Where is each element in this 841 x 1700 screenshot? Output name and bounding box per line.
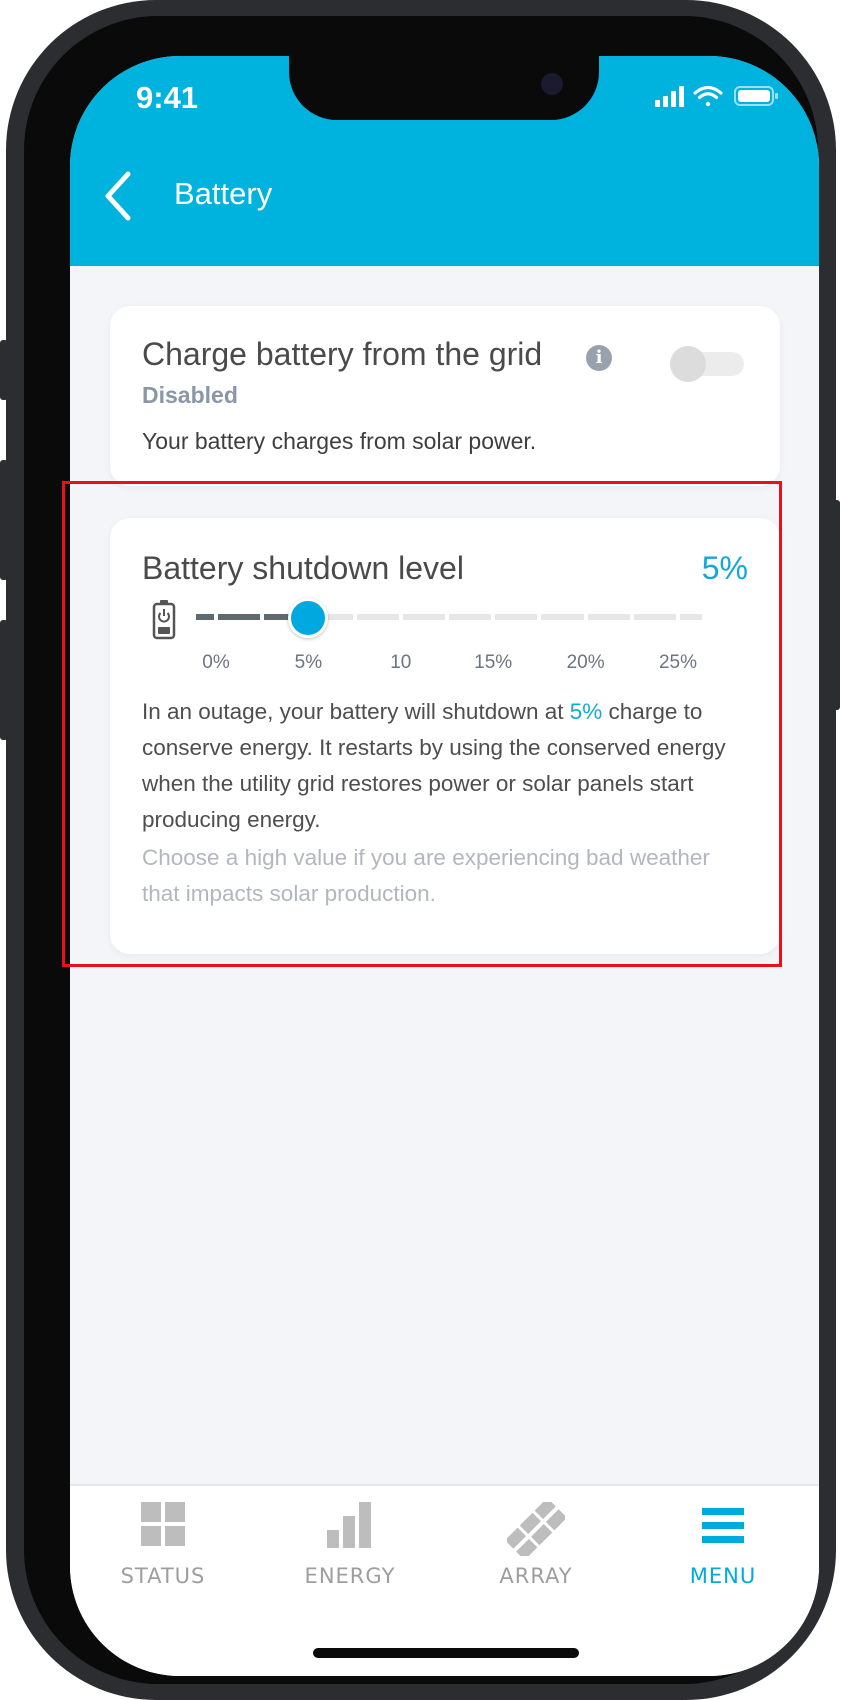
tab-array[interactable]: ARRAY (461, 1496, 611, 1596)
grid-charge-status: Disabled (142, 382, 238, 408)
app-header: 9:41 Battery (70, 56, 819, 266)
status-icons (655, 85, 778, 107)
wifi-icon (693, 85, 723, 107)
tab-status[interactable]: STATUS (88, 1496, 238, 1596)
grid-charge-description: Your battery charges from solar power. (142, 428, 537, 454)
tab-menu-label: MENU (689, 1564, 757, 1588)
page-title: Battery (174, 176, 273, 211)
tab-array-label: ARRAY (499, 1564, 573, 1588)
volume-up-button (0, 460, 8, 580)
power-button (832, 500, 840, 710)
info-icon[interactable]: i (586, 345, 612, 371)
tab-menu[interactable]: MENU (648, 1496, 798, 1596)
solar-array-icon (507, 1502, 565, 1556)
back-arrow-icon[interactable] (98, 166, 142, 226)
grid-icon (141, 1502, 185, 1546)
status-time: 9:41 (136, 80, 199, 115)
tab-status-label: STATUS (120, 1564, 206, 1588)
tab-energy-label: ENERGY (304, 1564, 396, 1588)
volume-down-button (0, 620, 8, 740)
front-camera (541, 73, 563, 95)
grid-charge-card: Charge battery from the grid i Disabled … (110, 306, 780, 486)
hamburger-menu-icon (702, 1508, 744, 1543)
grid-charge-title: Charge battery from the grid (142, 336, 543, 372)
toggle-knob (670, 346, 706, 382)
bar-chart-icon (327, 1502, 371, 1548)
cellular-signal-icon (655, 86, 684, 107)
highlight-box (62, 481, 782, 967)
notch (289, 56, 599, 120)
home-indicator (313, 1648, 579, 1658)
mute-switch (0, 340, 8, 400)
battery-status-icon (734, 86, 778, 106)
tab-energy[interactable]: ENERGY (275, 1496, 425, 1596)
grid-charge-toggle[interactable] (670, 346, 746, 382)
